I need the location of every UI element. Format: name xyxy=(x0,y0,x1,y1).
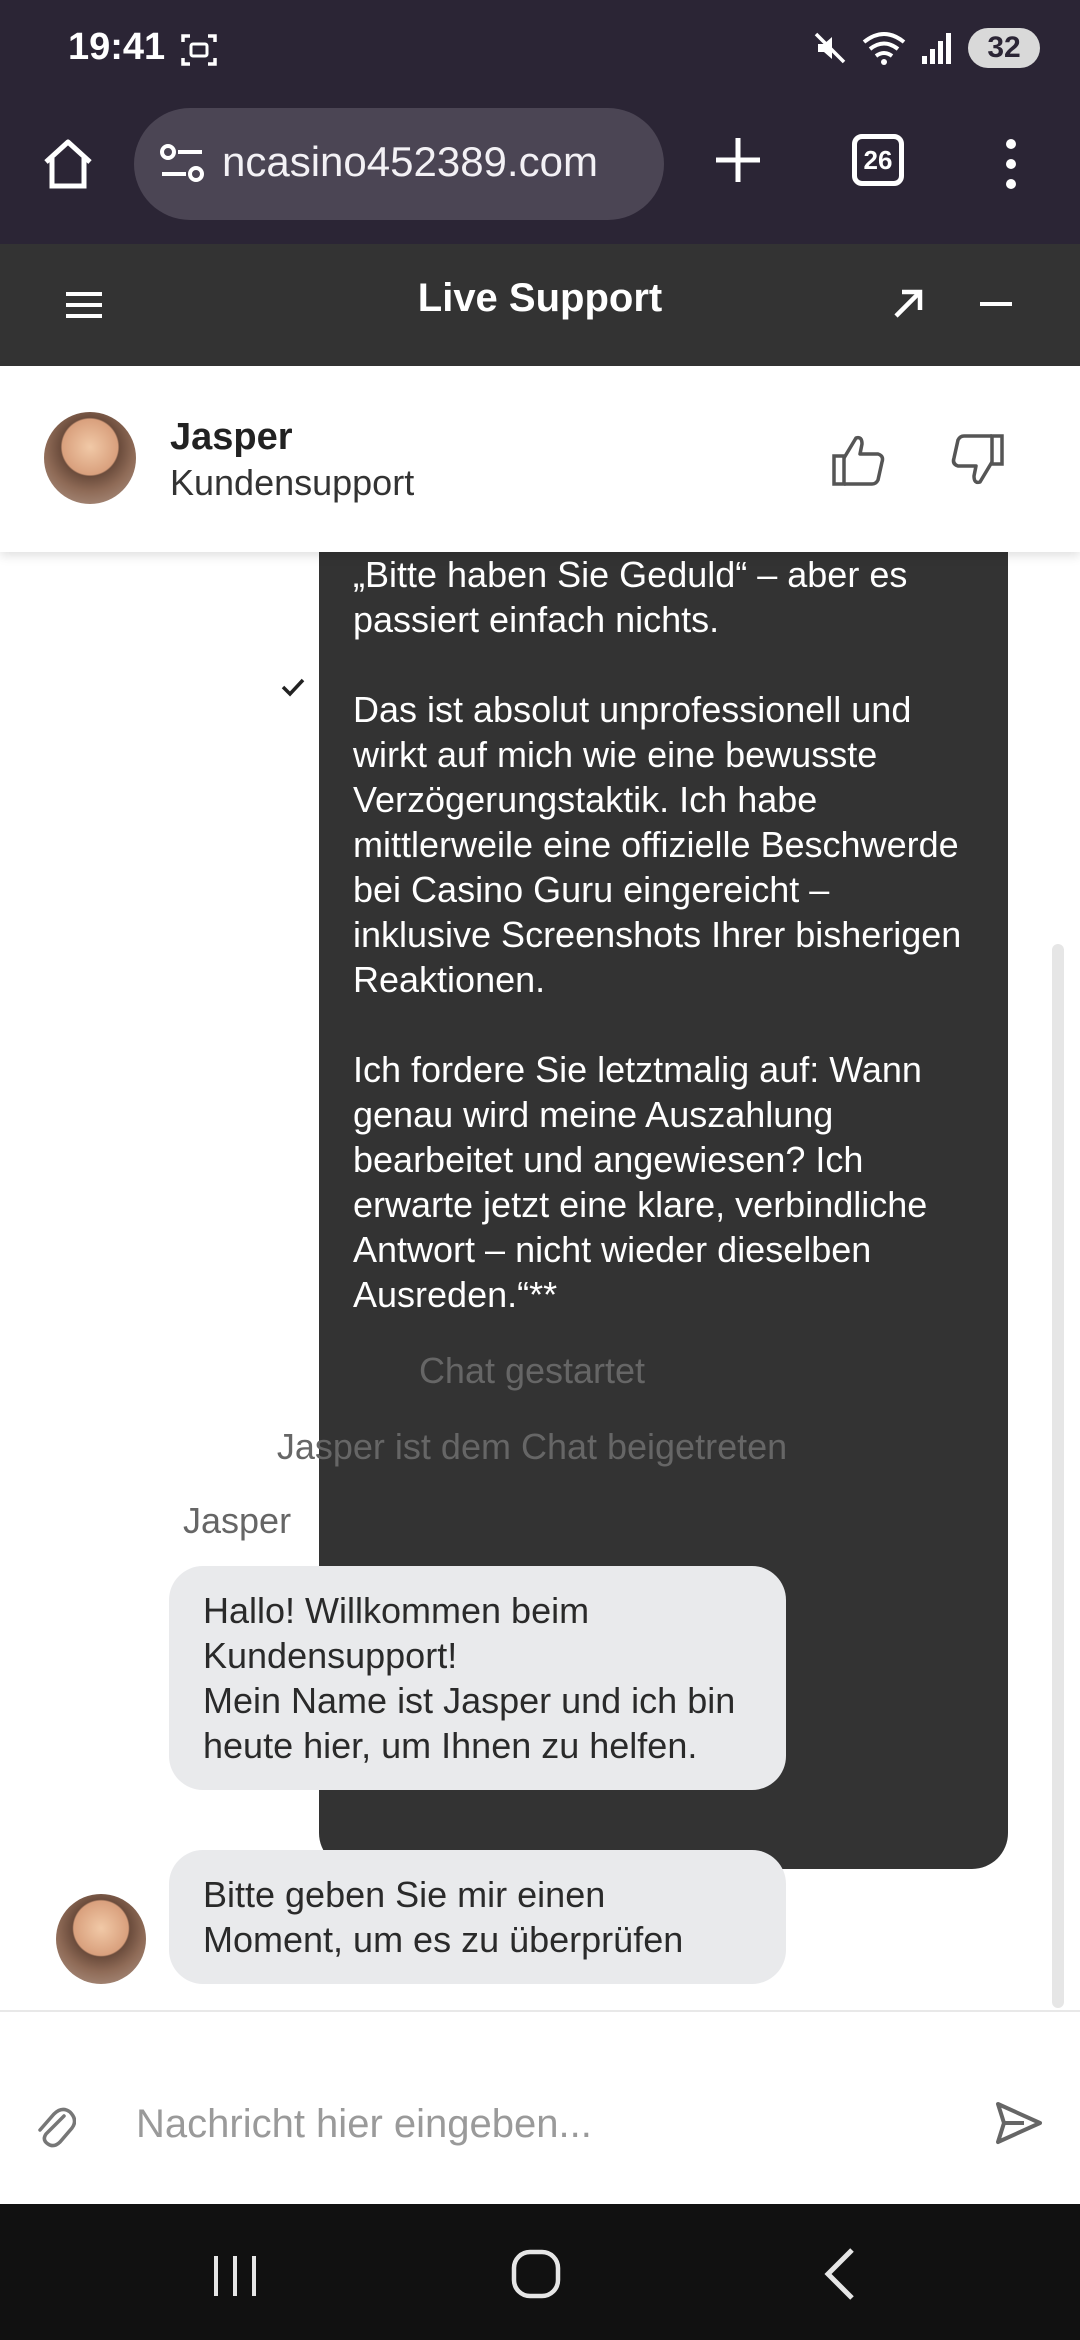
thumbs-up-icon[interactable] xyxy=(828,430,888,490)
status-time: 19:41 xyxy=(68,26,166,68)
wifi-icon xyxy=(862,32,906,65)
message-sender-name: Jasper xyxy=(183,1500,292,1541)
site-settings-icon[interactable] xyxy=(158,142,206,186)
message-composer xyxy=(0,2010,1080,2204)
agent-message-bubble: Bitte geben Sie mir einen Moment, um es … xyxy=(169,1850,786,1984)
agent-role: Kundensupport xyxy=(170,462,415,503)
thumbs-down-icon[interactable] xyxy=(948,430,1008,490)
menu-icon[interactable] xyxy=(66,288,102,322)
agent-avatar xyxy=(44,412,136,504)
scrollbar[interactable] xyxy=(1052,944,1064,2008)
battery-indicator: 32 xyxy=(968,28,1040,68)
sent-check-icon xyxy=(281,678,305,697)
message-list[interactable]: „Bitte haben Sie Geduld“ – aber es passi… xyxy=(0,552,1080,2010)
system-message-chat-started: Chat gestartet xyxy=(418,1350,646,1391)
home-button-icon[interactable] xyxy=(510,2248,562,2300)
tab-switcher-button[interactable]: 26 xyxy=(852,134,904,186)
signal-icon xyxy=(922,33,951,64)
browser-toolbar: ncasino452389.com 26 xyxy=(0,100,1080,244)
user-message-paragraph: „Bitte haben Sie Geduld“ – aber es passi… xyxy=(353,554,908,640)
more-options-icon[interactable] xyxy=(996,134,1026,194)
popout-icon[interactable] xyxy=(888,284,928,324)
minimize-icon[interactable] xyxy=(976,284,1016,324)
address-bar[interactable]: ncasino452389.com xyxy=(134,108,664,220)
url-text: ncasino452389.com xyxy=(222,138,598,185)
attachment-icon[interactable] xyxy=(34,2104,76,2150)
agent-avatar xyxy=(56,1894,146,1984)
agent-message-bubble: Hallo! Willkommen beim Kundensupport! Me… xyxy=(169,1566,786,1790)
home-icon[interactable] xyxy=(38,134,98,194)
status-bar: 19:41 32 xyxy=(0,0,1080,100)
agent-info-bar: Jasper Kundensupport xyxy=(0,366,1080,552)
recent-apps-icon[interactable] xyxy=(208,2254,262,2298)
send-icon[interactable] xyxy=(994,2098,1044,2148)
mute-icon xyxy=(814,32,846,64)
message-input[interactable] xyxy=(136,2094,956,2154)
chat-header: Live Support xyxy=(0,244,1080,366)
back-icon[interactable] xyxy=(820,2246,860,2302)
system-navigation-bar xyxy=(0,2204,1080,2340)
new-tab-icon[interactable] xyxy=(708,130,768,190)
user-message-paragraph: Das ist absolut unprofessionell und wirk… xyxy=(353,689,962,1000)
agent-name: Jasper xyxy=(170,416,293,458)
user-message-paragraph: Ich fordere Sie letztmalig auf: Wann gen… xyxy=(353,1049,928,1315)
screenshot-icon xyxy=(181,34,217,66)
system-message-agent-joined: Jasper ist dem Chat beigetreten xyxy=(276,1426,788,1467)
